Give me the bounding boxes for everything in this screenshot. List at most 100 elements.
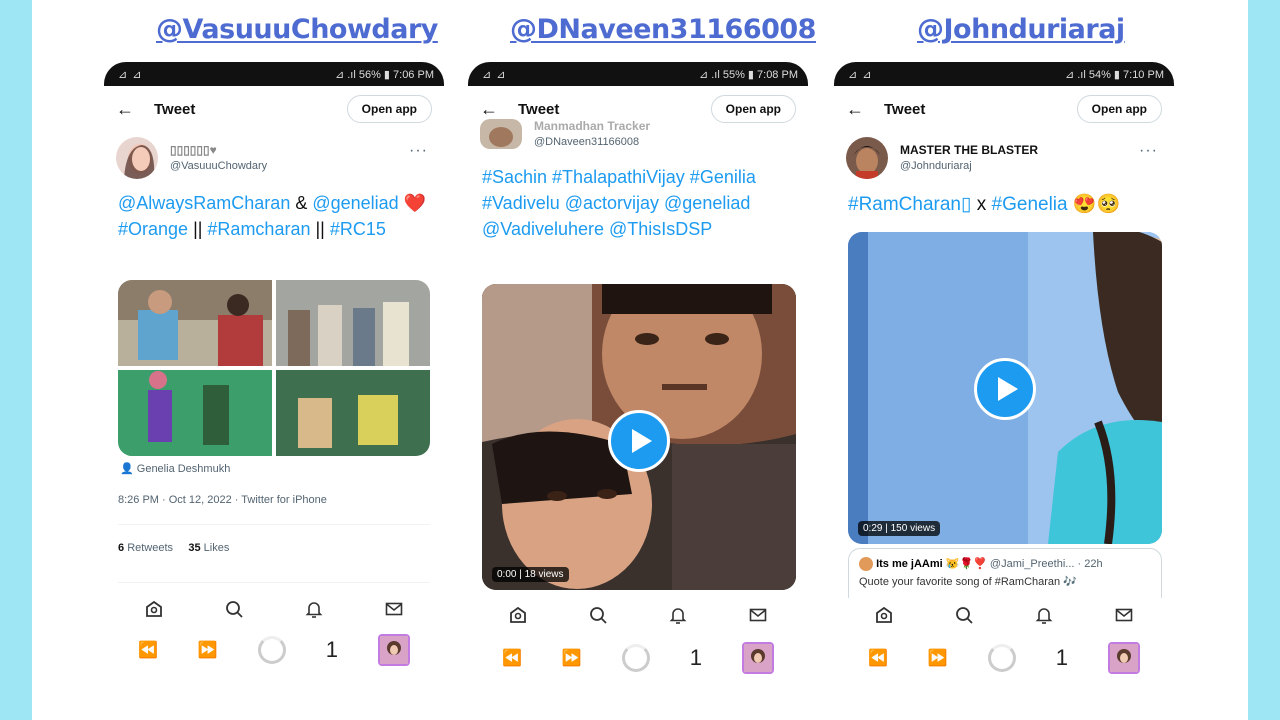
profile-thumbnail[interactable] [741, 642, 774, 674]
retweet-label[interactable]: Retweets [127, 542, 173, 554]
rewind-icon[interactable]: ⏪ [502, 648, 522, 668]
bottom-tab-bar [104, 588, 444, 630]
tagged-user[interactable]: 👤 Genelia Deshmukh [120, 462, 230, 475]
rewind-icon[interactable]: ⏪ [868, 648, 888, 668]
quote-time: · 22h [1077, 558, 1103, 570]
hashtag-link[interactable]: #Genelia [992, 194, 1068, 215]
rewind-icon[interactable]: ⏪ [138, 640, 158, 660]
tweet-author[interactable]: Manmadhan Tracker @DNaveen31166008 [468, 114, 808, 154]
video-player[interactable]: 0:00 | 18 views [482, 284, 796, 590]
tweet-text-plain: & [290, 193, 313, 213]
hashtag-link[interactable]: #Orange [118, 219, 188, 239]
hashtag-link[interactable]: #Ramcharan [207, 219, 310, 239]
divider [118, 582, 430, 583]
search-icon[interactable] [953, 604, 975, 626]
video-meta: 0:00 | 18 views [492, 567, 569, 582]
header-title: Tweet [154, 100, 196, 118]
author-handle: @DNaveen31166008 [534, 136, 640, 148]
hashtag-links[interactable]: #Sachin #ThalapathiVijay #Genilia #Vadiv… [482, 167, 756, 239]
tweet-header: ← Tweet Open app [104, 86, 444, 132]
open-app-button[interactable]: Open app [346, 95, 432, 123]
handle-title-2[interactable]: @DNaveen31166008 [510, 14, 816, 45]
profile-thumbnail[interactable] [1107, 642, 1140, 674]
tweet-header: ← Tweet Open app [834, 86, 1174, 132]
bell-icon[interactable] [667, 604, 689, 626]
browser-bar: ⏪ ⏩ 1 [104, 628, 444, 672]
person-icon: 👤 [120, 463, 134, 475]
emoji-text: 😍🥺 [1067, 194, 1121, 215]
header-title: Tweet [884, 100, 926, 118]
photo-grid-image [118, 280, 430, 456]
retweet-count: 6 [118, 542, 125, 554]
status-left: ⊿ ⊿ [118, 68, 143, 81]
handle-title-1[interactable]: @VasuuuChowdary [156, 14, 438, 45]
author-name: MASTER THE BLASTER [900, 143, 1038, 157]
hashtag-link[interactable]: #RamCharan▯ [848, 194, 971, 215]
profile-thumbnail[interactable] [377, 634, 410, 666]
phone-screenshot-2: ⊿ ⊿ ⊿ .ıl 55% ▮ 7:08 PM ← Tweet Open app… [468, 62, 808, 682]
play-button-icon[interactable] [608, 410, 670, 472]
bottom-tab-bar [468, 594, 808, 636]
play-button-icon[interactable] [974, 358, 1036, 420]
mention-link[interactable]: @AlwaysRamCharan [118, 193, 290, 213]
tweet-author[interactable]: ▯▯▯▯▯▯♥ @VasuuuChowdary ··· [104, 132, 444, 184]
tab-count[interactable]: 1 [1056, 645, 1068, 671]
mail-icon[interactable] [1113, 604, 1135, 626]
page-card: @VasuuuChowdary @DNaveen31166008 @Johndu… [32, 0, 1248, 720]
phone-screenshot-1: ⊿ ⊿ ⊿ .ıl 56% ▮ 7:06 PM ← Tweet Open app… [104, 62, 444, 682]
forward-icon[interactable]: ⏩ [198, 640, 218, 660]
heart-emoji: ❤️ [398, 193, 427, 213]
tweet-text: #RamCharan▯ x #Genelia 😍🥺 [834, 184, 1174, 218]
tab-count[interactable]: 1 [326, 637, 338, 663]
author-handle: @Johnduriaraj [900, 160, 972, 172]
tweet-author[interactable]: MASTER THE BLASTER @Johnduriaraj ··· [834, 132, 1174, 184]
loading-spinner-icon [987, 644, 1016, 672]
tab-count[interactable]: 1 [690, 645, 702, 671]
like-label[interactable]: Likes [204, 542, 230, 554]
home-icon[interactable] [143, 598, 165, 620]
video-meta: 0:29 | 150 views [858, 521, 941, 536]
tagged-name: Genelia Deshmukh [136, 463, 231, 475]
forward-icon[interactable]: ⏩ [928, 648, 948, 668]
home-icon[interactable] [507, 604, 529, 626]
home-icon[interactable] [873, 604, 895, 626]
video-player[interactable]: 0:29 | 150 views [848, 232, 1162, 544]
tweet-text-plain: x [971, 194, 992, 215]
status-right: ⊿ .ıl 55% ▮ 7:08 PM [698, 68, 798, 81]
avatar[interactable] [846, 137, 888, 179]
handle-title-3[interactable]: @Johnduriaraj [917, 14, 1125, 45]
back-arrow-icon[interactable]: ← [116, 99, 146, 120]
avatar[interactable] [116, 137, 158, 179]
hashtag-link[interactable]: #RC15 [330, 219, 386, 239]
status-bar: ⊿ ⊿ ⊿ .ıl 55% ▮ 7:08 PM [468, 62, 808, 86]
loading-spinner-icon [621, 644, 650, 672]
avatar[interactable] [480, 119, 522, 149]
quote-author-name: Its me jAAmi 😿🌹❣️ [876, 558, 987, 570]
search-icon[interactable] [587, 604, 609, 626]
open-app-button[interactable]: Open app [1076, 95, 1162, 123]
bottom-tab-bar [834, 594, 1174, 636]
mention-link[interactable]: @geneliad [312, 193, 398, 213]
status-bar: ⊿ ⊿ ⊿ .ıl 54% ▮ 7:10 PM [834, 62, 1174, 86]
status-left: ⊿ ⊿ [482, 68, 507, 81]
mail-icon[interactable] [747, 604, 769, 626]
divider [118, 524, 430, 525]
status-left: ⊿ ⊿ [848, 68, 873, 81]
phone-screenshot-3: ⊿ ⊿ ⊿ .ıl 54% ▮ 7:10 PM ← Tweet Open app… [834, 62, 1174, 682]
more-options-icon[interactable]: ··· [1139, 142, 1158, 160]
back-arrow-icon[interactable]: ← [846, 99, 876, 120]
tweet-stats: 6 Retweets 35 Likes [118, 542, 229, 554]
tweet-text: @AlwaysRamCharan & @geneliad ❤️ #Orange … [104, 184, 444, 242]
tweet-timestamp: 8:26 PM · Oct 12, 2022 · Twitter for iPh… [118, 494, 327, 506]
status-right: ⊿ .ıl 56% ▮ 7:06 PM [334, 68, 434, 81]
search-icon[interactable] [223, 598, 245, 620]
quoted-tweet[interactable]: Its me jAAmi 😿🌹❣️ @Jami_Preethi... · 22h… [848, 548, 1162, 598]
loading-spinner-icon [257, 636, 286, 664]
photo-grid[interactable] [118, 280, 430, 456]
forward-icon[interactable]: ⏩ [562, 648, 582, 668]
bell-icon[interactable] [1033, 604, 1055, 626]
mail-icon[interactable] [383, 598, 405, 620]
browser-bar: ⏪ ⏩ 1 [834, 636, 1174, 680]
more-options-icon[interactable]: ··· [409, 142, 428, 160]
bell-icon[interactable] [303, 598, 325, 620]
